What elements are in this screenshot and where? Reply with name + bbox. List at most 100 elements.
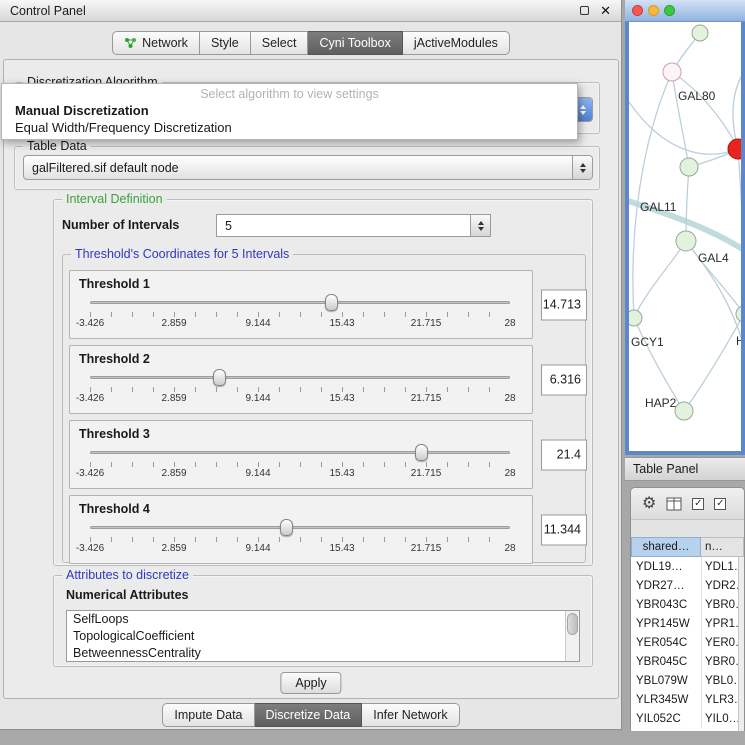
tab-network[interactable]: Network — [112, 31, 200, 55]
table-row[interactable]: YBR045CYBR0… — [631, 652, 738, 671]
slider-thumb[interactable] — [415, 444, 428, 461]
scale-label: 21.715 — [411, 393, 442, 404]
threshold-4-row: Threshold 4 -3.4262.8599.14415.4321.7152… — [69, 495, 587, 564]
slider-thumb[interactable] — [280, 519, 293, 536]
table-cell: YDR2… — [701, 576, 738, 595]
tab-label: Cyni Toolbox — [319, 36, 390, 50]
slider-thumb[interactable] — [325, 294, 338, 311]
threshold-label: Threshold 2 — [79, 352, 532, 366]
numerical-attribute-item[interactable]: TopologicalCoefficient — [67, 628, 579, 645]
numerical-attribute-item[interactable]: BetweennessCentrality — [67, 645, 579, 662]
spinner-value: 5 — [217, 215, 470, 236]
mac-zoom-button[interactable] — [664, 5, 675, 16]
threshold-1-value[interactable]: 14.713 — [541, 289, 587, 320]
columns-icon[interactable] — [666, 497, 682, 511]
group-title: Table Data — [23, 139, 91, 154]
green-network-node[interactable] — [736, 306, 741, 322]
control-panel-tab-bar: Network Style Select Cyni Toolbox jActiv… — [0, 31, 622, 55]
scrollbar-thumb[interactable] — [567, 613, 578, 635]
table-row[interactable]: YLR345WYLR3… — [631, 690, 738, 709]
table-cell: YBL079W — [631, 675, 701, 687]
threshold-1-row: Threshold 1 -3.4262.8599.14415.4321.7152… — [69, 270, 587, 339]
table-row[interactable]: YDR27…YDR2… — [631, 576, 738, 595]
scale-label: 2.859 — [161, 468, 186, 479]
tab-select[interactable]: Select — [251, 31, 309, 55]
table-row[interactable]: YDL19…YDL1… — [631, 557, 738, 576]
apply-button[interactable]: Apply — [280, 672, 341, 694]
threshold-4-slider[interactable] — [90, 519, 510, 536]
tab-infer-network[interactable]: Infer Network — [362, 703, 459, 727]
number-of-intervals-spinner[interactable]: 5 — [216, 214, 491, 237]
scale-label: 9.144 — [245, 318, 270, 329]
chevron-down-icon — [580, 169, 586, 173]
threshold-1-slider[interactable] — [90, 294, 510, 311]
green-network-node[interactable] — [692, 25, 708, 41]
combobox-stepper[interactable] — [572, 156, 592, 179]
threshold-2-value[interactable]: 6.316 — [541, 364, 587, 395]
spinner-stepper[interactable] — [470, 215, 490, 236]
table-header-row: shared… n… — [631, 537, 744, 557]
network-view-window: GAL80GAL11GAL4GCY1HAP2H — [625, 0, 745, 455]
threshold-3-slider[interactable] — [90, 444, 510, 461]
select-all-checkbox-icon[interactable]: ✓ — [692, 498, 704, 510]
slider-groove — [90, 376, 510, 379]
float-window-icon[interactable] — [580, 6, 589, 15]
dropdown-option-equal-width-frequency[interactable]: Equal Width/Frequency Discretization — [2, 119, 577, 136]
table-toolbar: ⚙ ✓ ✓ — [631, 488, 744, 520]
interval-definition-group: Interval Definition Number of Intervals … — [53, 199, 593, 566]
threshold-1-panel: Threshold 1 -3.4262.8599.14415.4321.7152… — [69, 270, 533, 339]
tab-cyni-toolbox[interactable]: Cyni Toolbox — [308, 31, 402, 55]
titlebar-buttons: ✕ — [580, 4, 611, 17]
list-scrollbar[interactable] — [565, 611, 579, 661]
threshold-3-row: Threshold 3 -3.4262.8599.14415.4321.7152… — [69, 420, 587, 489]
column-header-shared-name[interactable]: shared… — [631, 537, 701, 557]
red-network-node[interactable] — [728, 139, 741, 159]
green-network-node[interactable] — [680, 158, 698, 176]
threshold-2-slider[interactable] — [90, 369, 510, 386]
control-panel-window: Control Panel ✕ Network Style Select Cyn… — [0, 0, 622, 730]
green-network-node[interactable] — [629, 310, 642, 326]
threshold-label: Threshold 4 — [79, 502, 532, 516]
table-scrollbar[interactable] — [738, 557, 744, 731]
table-data-combobox[interactable]: galFiltered.sif default node — [23, 155, 593, 180]
close-icon[interactable]: ✕ — [600, 4, 611, 17]
table-panel-header[interactable]: Table Panel — [625, 457, 745, 481]
network-canvas[interactable]: GAL80GAL11GAL4GCY1HAP2H — [629, 22, 741, 451]
tab-style[interactable]: Style — [200, 31, 251, 55]
dropdown-option-manual-discretization[interactable]: Manual Discretization — [2, 102, 577, 119]
table-row[interactable]: YPR145WYPR1… — [631, 614, 738, 633]
tab-label: Discretize Data — [266, 708, 351, 722]
table-row[interactable]: YBL079WYBL0… — [631, 671, 738, 690]
slider-thumb[interactable] — [213, 369, 226, 386]
table-cell: YLR345W — [631, 694, 701, 706]
scale-label: 28 — [504, 468, 515, 479]
pink-network-node[interactable] — [663, 63, 681, 81]
table-cell: YPR145W — [631, 618, 701, 630]
numerical-attribute-item[interactable]: SelfLoops — [67, 611, 579, 628]
mac-minimize-button[interactable] — [648, 5, 659, 16]
numerical-attributes-list[interactable]: SelfLoopsTopologicalCoefficientBetweenne… — [66, 610, 580, 662]
chevron-down-icon — [478, 227, 484, 231]
table-row[interactable]: YBR043CYBR0… — [631, 595, 738, 614]
node-label: GCY1 — [631, 335, 664, 349]
table-cell: YBL0… — [701, 671, 738, 690]
bottom-tab-bar: Impute Data Discretize Data Infer Networ… — [0, 703, 622, 727]
tab-impute-data[interactable]: Impute Data — [162, 703, 254, 727]
table-row[interactable]: YIL052CYIL0… — [631, 709, 738, 728]
mac-close-button[interactable] — [632, 5, 643, 16]
table-row[interactable]: YER054CYER0… — [631, 633, 738, 652]
select-none-checkbox-icon[interactable]: ✓ — [714, 498, 726, 510]
chevron-up-icon — [580, 105, 586, 109]
table-body[interactable]: YDL19…YDL1…YDR27…YDR2…YBR043CYBR0…YPR145… — [631, 557, 738, 731]
column-header-name[interactable]: n… — [701, 537, 744, 557]
threshold-3-value[interactable]: 21.4 — [541, 439, 587, 470]
green-network-node[interactable] — [676, 231, 696, 251]
tab-discretize-data[interactable]: Discretize Data — [255, 703, 363, 727]
threshold-4-value[interactable]: 11.344 — [541, 514, 587, 545]
control-panel-titlebar: Control Panel ✕ — [0, 0, 621, 22]
window-title: Control Panel — [10, 4, 86, 18]
green-network-node[interactable] — [675, 402, 693, 420]
gear-icon[interactable]: ⚙ — [642, 496, 656, 512]
slider-groove — [90, 301, 510, 304]
tab-jactivemodules[interactable]: jActiveModules — [403, 31, 510, 55]
